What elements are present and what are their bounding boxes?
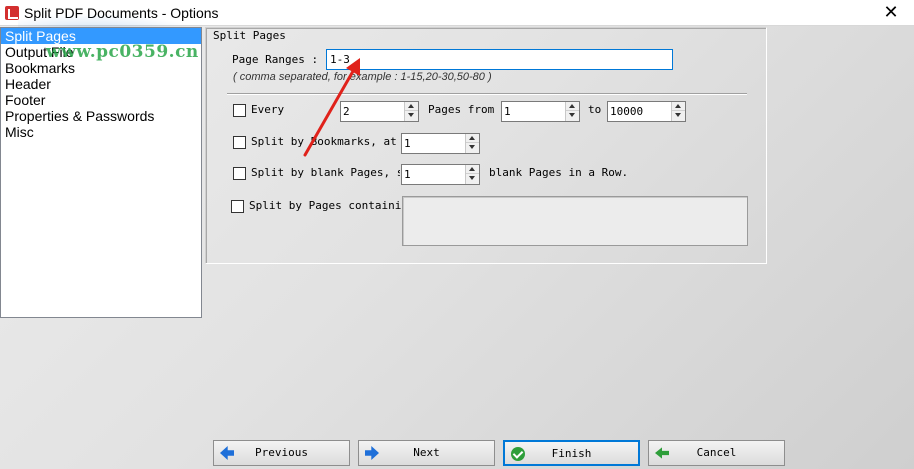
nav-item-misc[interactable]: Misc bbox=[1, 124, 201, 140]
every-label: Every bbox=[251, 103, 285, 116]
pages-from-label: Pages from bbox=[428, 103, 495, 116]
bookmark-level-value: 1 bbox=[404, 137, 411, 150]
every-pages-value: 2 bbox=[343, 105, 350, 118]
nav-item-bookmarks[interactable]: Bookmarks bbox=[1, 60, 201, 76]
watermark-text: www.pc0359.cn bbox=[46, 42, 199, 62]
increment-arrow-icon[interactable] bbox=[566, 102, 579, 111]
window-title: Split PDF Documents - Options bbox=[24, 5, 219, 21]
blank-pages-stepper[interactable]: 1 bbox=[401, 164, 480, 185]
split-by-bookmarks-checkbox[interactable] bbox=[233, 136, 246, 149]
group-label: Split Pages bbox=[213, 29, 286, 42]
finish-button[interactable]: Finish bbox=[503, 440, 640, 466]
decrement-arrow-icon[interactable] bbox=[672, 111, 685, 120]
page-ranges-input[interactable]: 1-3 bbox=[326, 49, 673, 70]
split-by-pages-containing-label: Split by Pages containing bbox=[249, 199, 415, 212]
blank-pages-suffix: blank Pages in a Row. bbox=[489, 166, 629, 179]
decrement-arrow-icon[interactable] bbox=[466, 143, 479, 152]
decrement-arrow-icon[interactable] bbox=[466, 174, 479, 183]
next-button[interactable]: Next bbox=[358, 440, 495, 466]
page-ranges-hint: ( comma separated, for example : 1-15,20… bbox=[233, 71, 492, 83]
separator bbox=[227, 93, 747, 95]
increment-arrow-icon[interactable] bbox=[466, 165, 479, 174]
to-label: to bbox=[588, 103, 602, 116]
split-by-bookmarks-label: Split by Bookmarks, at le bbox=[251, 135, 400, 148]
split-by-blank-pages-label: Split by blank Pages, spl bbox=[251, 166, 400, 179]
every-checkbox[interactable] bbox=[233, 104, 246, 117]
pages-from-stepper[interactable]: 1 bbox=[501, 101, 580, 122]
nav-item-properties-passwords[interactable]: Properties & Passwords bbox=[1, 108, 201, 124]
pages-to-value: 10000 bbox=[610, 105, 644, 118]
previous-button[interactable]: Previous bbox=[213, 440, 350, 466]
increment-arrow-icon[interactable] bbox=[672, 102, 685, 111]
bookmark-level-stepper[interactable]: 1 bbox=[401, 133, 480, 154]
close-button[interactable]: ✕ bbox=[878, 1, 904, 23]
decrement-arrow-icon[interactable] bbox=[405, 111, 418, 120]
increment-arrow-icon[interactable] bbox=[466, 134, 479, 143]
nav-item-footer[interactable]: Footer bbox=[1, 92, 201, 108]
pdf-app-icon bbox=[5, 6, 19, 20]
nav-item-header[interactable]: Header bbox=[1, 76, 201, 92]
increment-arrow-icon[interactable] bbox=[405, 102, 418, 111]
pages-containing-text-area[interactable] bbox=[402, 196, 748, 246]
pages-to-stepper[interactable]: 10000 bbox=[607, 101, 686, 122]
split-by-blank-pages-checkbox[interactable] bbox=[233, 167, 246, 180]
title-bar: Split PDF Documents - Options ✕ bbox=[0, 0, 914, 26]
blank-pages-value: 1 bbox=[404, 168, 411, 181]
cancel-button[interactable]: Cancel bbox=[648, 440, 785, 466]
pages-from-value: 1 bbox=[504, 105, 511, 118]
options-category-list[interactable]: Split Pages Output File Bookmarks Header… bbox=[0, 27, 202, 318]
every-pages-stepper[interactable]: 2 bbox=[340, 101, 419, 122]
page-ranges-label: Page Ranges : bbox=[232, 53, 319, 66]
decrement-arrow-icon[interactable] bbox=[566, 111, 579, 120]
split-by-pages-containing-checkbox[interactable] bbox=[231, 200, 244, 213]
